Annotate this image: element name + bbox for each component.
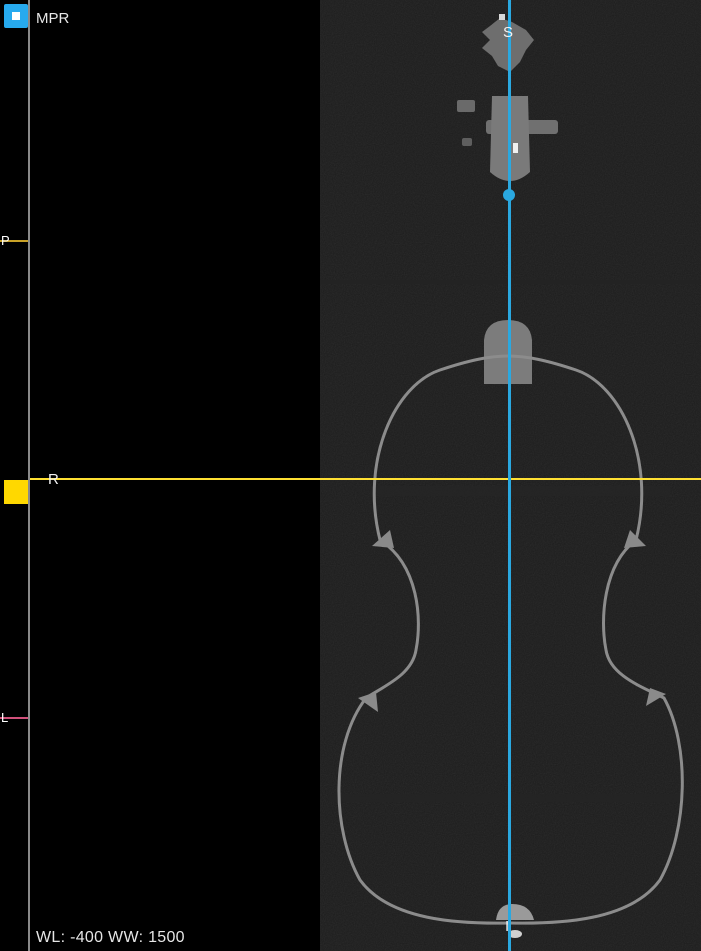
- mpr-viewport[interactable]: P L MPR S I R WL: -400 WW: 1500: [0, 0, 701, 951]
- ruler-label-p: P: [1, 233, 10, 248]
- side-ruler: P L: [0, 0, 30, 951]
- ct-scan-image: [320, 0, 701, 951]
- square-handle-icon[interactable]: [4, 480, 28, 504]
- vertical-crosshair-line[interactable]: [508, 0, 511, 951]
- orientation-label-top: S: [503, 24, 514, 41]
- horizontal-crosshair-line[interactable]: [30, 478, 701, 480]
- orientation-label-bottom: I: [505, 918, 510, 935]
- mpr-mode-toggle-button[interactable]: [4, 4, 28, 28]
- ruler-label-l: L: [1, 710, 9, 725]
- orientation-label-crosshair-left: R: [48, 471, 59, 488]
- circle-handle-icon[interactable]: [503, 189, 515, 201]
- viewport-mode-label: MPR: [36, 10, 70, 27]
- window-level-readout: WL: -400 WW: 1500: [36, 929, 185, 946]
- square-icon: [12, 12, 20, 20]
